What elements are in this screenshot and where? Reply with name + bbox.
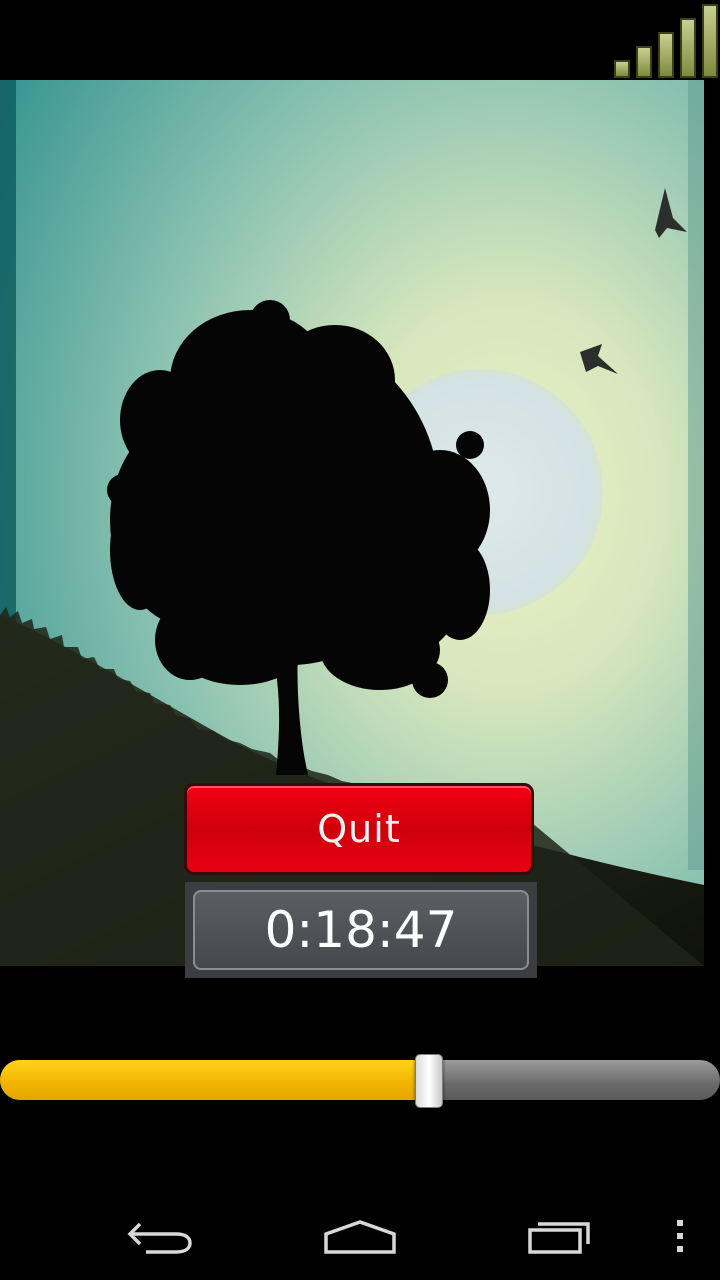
back-button[interactable] <box>112 1208 208 1264</box>
back-arrow-icon <box>127 1222 192 1254</box>
slider-fill <box>0 1060 428 1100</box>
quit-button[interactable]: Quit <box>184 783 534 875</box>
overflow-menu-icon <box>677 1220 683 1252</box>
signal-bar <box>658 32 674 78</box>
signal-strength-icon <box>610 0 720 80</box>
timer-display: 0:18:47 <box>185 882 537 978</box>
timer-text: 0:18:47 <box>264 901 458 959</box>
signal-bar <box>702 4 718 78</box>
home-button[interactable] <box>312 1208 408 1264</box>
navigation-bar <box>0 1190 720 1280</box>
overflow-menu-button[interactable] <box>660 1208 700 1264</box>
home-icon <box>324 1220 396 1254</box>
progress-slider[interactable] <box>0 1054 720 1108</box>
quit-button-label: Quit <box>317 807 401 851</box>
timer-panel: 0:18:47 <box>193 890 529 970</box>
recent-apps-icon <box>528 1222 590 1254</box>
signal-bar <box>636 46 652 78</box>
recent-apps-button[interactable] <box>512 1208 608 1264</box>
slider-thumb[interactable] <box>415 1054 443 1108</box>
signal-bar <box>680 18 696 78</box>
signal-bar <box>614 60 630 78</box>
